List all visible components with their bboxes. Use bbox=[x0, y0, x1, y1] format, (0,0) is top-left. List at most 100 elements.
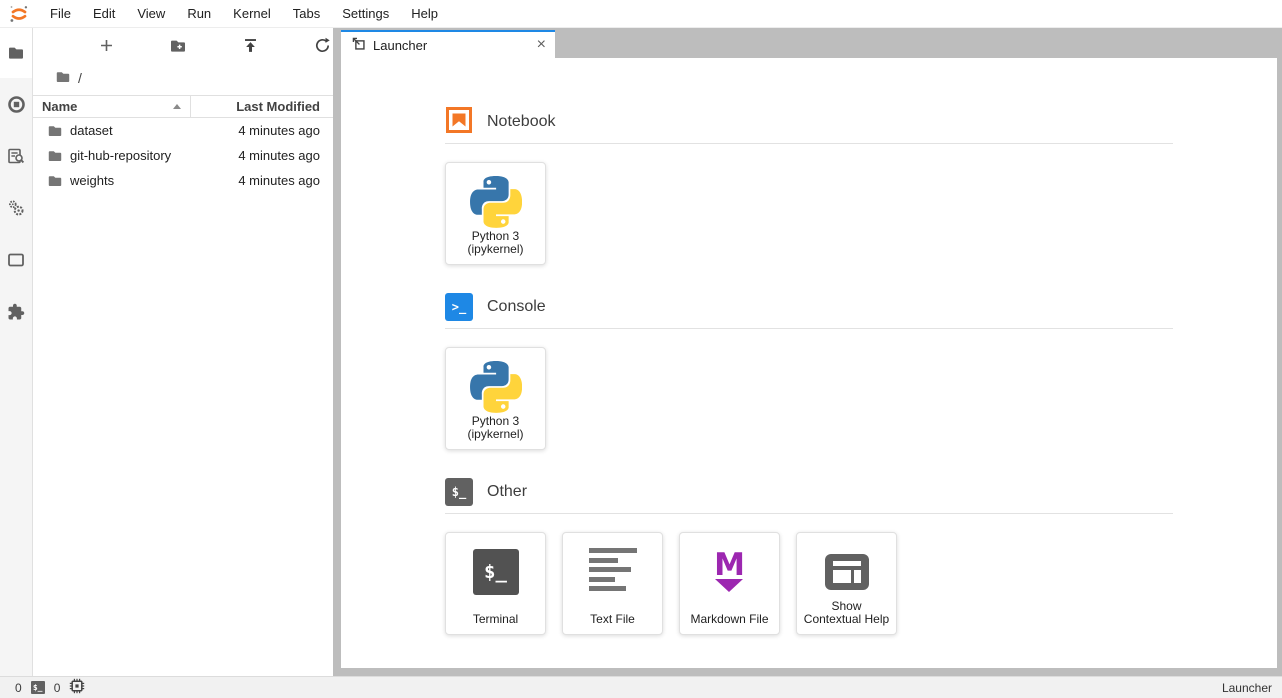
file-row-git-hub-repository[interactable]: git-hub-repository 4 minutes ago bbox=[33, 143, 333, 168]
refresh-button[interactable] bbox=[287, 34, 359, 62]
new-folder-button[interactable] bbox=[142, 34, 214, 62]
card-label-line1: Terminal bbox=[473, 612, 518, 626]
section-header-notebook: Notebook bbox=[445, 108, 1173, 136]
close-icon[interactable]: × bbox=[537, 37, 546, 53]
window-icon bbox=[7, 251, 25, 269]
console-icon: >_ bbox=[445, 293, 473, 321]
sort-ascending-icon bbox=[173, 104, 181, 109]
markdown-icon: M bbox=[714, 544, 745, 600]
card-label-line1: Markdown File bbox=[690, 612, 768, 626]
file-table-header: Name Last Modified bbox=[33, 95, 333, 118]
notebook-cards: Python 3 (ipykernel) bbox=[445, 162, 1173, 265]
new-launcher-button[interactable] bbox=[70, 34, 142, 62]
chip-icon bbox=[69, 678, 85, 697]
section-header-other: $_ Other bbox=[445, 478, 1173, 506]
file-modified: 4 minutes ago bbox=[238, 173, 333, 188]
file-row-dataset[interactable]: dataset 4 minutes ago bbox=[33, 118, 333, 143]
menu-edit[interactable]: Edit bbox=[82, 0, 126, 28]
python-logo-icon bbox=[470, 359, 522, 415]
file-name: weights bbox=[70, 173, 114, 188]
terminal-icon: $_ bbox=[31, 681, 45, 694]
kernels-count: 0 bbox=[54, 681, 61, 695]
launcher-card-markdown-file[interactable]: M Markdown File bbox=[679, 532, 780, 635]
left-activity-bar bbox=[0, 28, 33, 676]
menu-tabs[interactable]: Tabs bbox=[282, 0, 331, 28]
other-cards: $_ Terminal bbox=[445, 532, 1173, 635]
menu-settings[interactable]: Settings bbox=[331, 0, 400, 28]
jupyterlab-app: File Edit View Run Kernel Tabs Settings … bbox=[0, 0, 1282, 698]
folder-icon bbox=[55, 69, 71, 88]
launcher-panel: Notebook Python 3 (ipykernel) bbox=[341, 58, 1277, 668]
card-label: Text File bbox=[590, 613, 635, 634]
console-cards: Python 3 (ipykernel) bbox=[445, 347, 1173, 450]
card-label-line1: Python 3 bbox=[472, 229, 519, 243]
card-label-line1: Text File bbox=[590, 612, 635, 626]
card-label-line1: Show bbox=[831, 599, 861, 613]
sidebar-tab-inspector[interactable] bbox=[0, 130, 32, 182]
upload-icon bbox=[242, 37, 259, 59]
current-activity-status: Launcher bbox=[1222, 681, 1282, 695]
column-header-last-modified[interactable]: Last Modified bbox=[190, 96, 333, 117]
card-label-line2: (ipykernel) bbox=[467, 242, 523, 256]
section-divider bbox=[445, 328, 1173, 329]
section-divider bbox=[445, 143, 1173, 144]
folder-icon bbox=[7, 44, 25, 62]
status-bar: 0 $_ 0 Launcher bbox=[0, 676, 1282, 698]
file-row-weights[interactable]: weights 4 minutes ago bbox=[33, 168, 333, 193]
launcher-card-text-file[interactable]: Text File bbox=[562, 532, 663, 635]
file-name: dataset bbox=[70, 123, 113, 138]
refresh-icon bbox=[314, 37, 331, 59]
launcher-card-notebook-python3[interactable]: Python 3 (ipykernel) bbox=[445, 162, 546, 265]
tab-title: Launcher bbox=[373, 38, 427, 53]
inspector-search-icon bbox=[7, 147, 25, 165]
running-sessions-status[interactable]: 0 $_ 0 bbox=[0, 678, 85, 697]
column-modified-label: Last Modified bbox=[236, 99, 320, 114]
file-browser-panel: / Name Last Modified dataset 4 minutes a… bbox=[33, 28, 333, 676]
section-title: Console bbox=[487, 298, 546, 316]
card-label-line2: (ipykernel) bbox=[467, 427, 523, 441]
card-label: Python 3 (ipykernel) bbox=[467, 230, 523, 264]
sidebar-tab-running-sessions[interactable] bbox=[0, 78, 32, 130]
section-divider bbox=[445, 513, 1173, 514]
card-label: Show Contextual Help bbox=[804, 600, 889, 634]
new-folder-icon bbox=[169, 37, 187, 60]
section-header-console: >_ Console bbox=[445, 293, 1173, 321]
folder-icon bbox=[47, 148, 63, 164]
card-label-line2: Contextual Help bbox=[804, 612, 889, 626]
extension-puzzle-icon bbox=[7, 303, 25, 321]
sidebar-tab-extensions[interactable] bbox=[0, 286, 32, 338]
menu-run[interactable]: Run bbox=[176, 0, 222, 28]
file-modified: 4 minutes ago bbox=[238, 148, 333, 163]
launcher-card-contextual-help[interactable]: Show Contextual Help bbox=[796, 532, 897, 635]
sidebar-tab-file-browser[interactable] bbox=[0, 28, 32, 78]
terminal-icon: $_ bbox=[473, 544, 519, 600]
launcher-card-terminal[interactable]: $_ Terminal bbox=[445, 532, 546, 635]
file-browser-toolbar bbox=[70, 34, 359, 62]
folder-icon bbox=[47, 123, 63, 139]
menu-bar: File Edit View Run Kernel Tabs Settings … bbox=[0, 0, 1282, 28]
column-header-name[interactable]: Name bbox=[33, 96, 190, 117]
folder-icon bbox=[47, 173, 63, 189]
section-title: Notebook bbox=[487, 113, 556, 131]
menu-kernel[interactable]: Kernel bbox=[222, 0, 282, 28]
python-logo-icon bbox=[470, 174, 522, 230]
contextual-help-icon bbox=[824, 544, 870, 600]
menu-file[interactable]: File bbox=[39, 0, 82, 28]
file-modified: 4 minutes ago bbox=[238, 123, 333, 138]
section-title: Other bbox=[487, 483, 527, 501]
markdown-arrow-down-icon bbox=[715, 579, 743, 592]
tab-bar: Launcher × bbox=[333, 28, 1282, 58]
upload-button[interactable] bbox=[215, 34, 287, 62]
menu-view[interactable]: View bbox=[126, 0, 176, 28]
card-label: Python 3 (ipykernel) bbox=[467, 415, 523, 449]
sidebar-tab-window[interactable] bbox=[0, 234, 32, 286]
plus-icon bbox=[98, 37, 115, 59]
launcher-card-console-python3[interactable]: Python 3 (ipykernel) bbox=[445, 347, 546, 450]
notebook-icon bbox=[445, 106, 473, 139]
breadcrumb[interactable]: / bbox=[33, 66, 333, 90]
breadcrumb-root[interactable]: / bbox=[78, 70, 82, 86]
main-dock-panel: Launcher × Notebook bbox=[333, 28, 1282, 676]
menu-help[interactable]: Help bbox=[400, 0, 449, 28]
sidebar-tab-gears[interactable] bbox=[0, 182, 32, 234]
tab-launcher[interactable]: Launcher × bbox=[341, 30, 555, 58]
